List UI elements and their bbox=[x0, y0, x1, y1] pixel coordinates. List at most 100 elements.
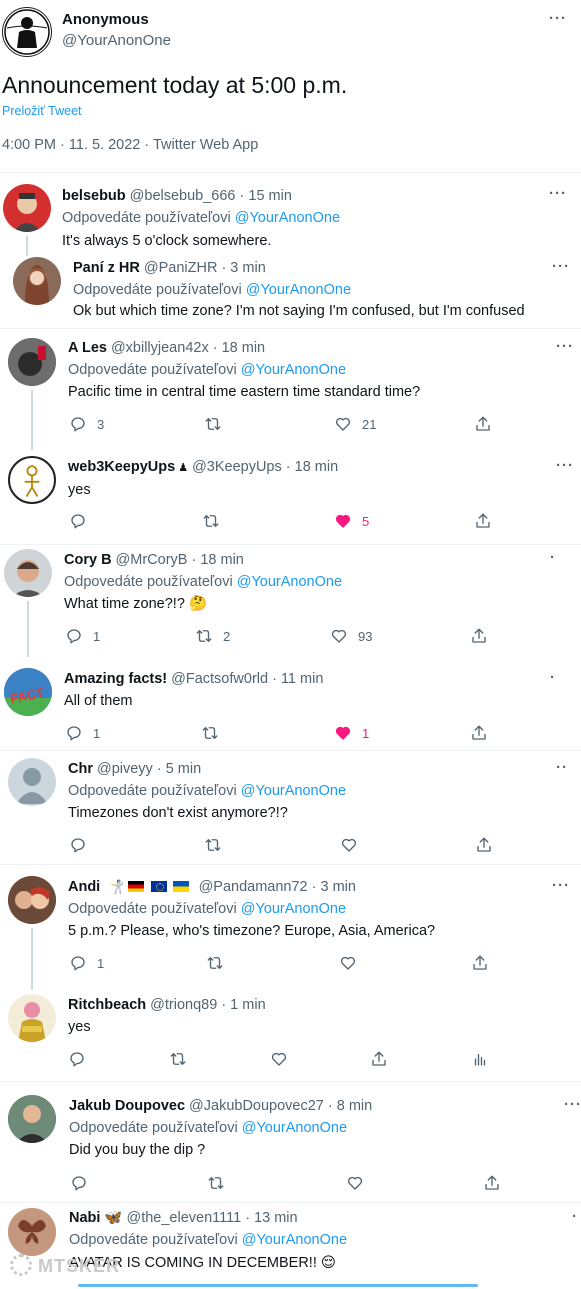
avatar[interactable] bbox=[8, 876, 56, 924]
avatar[interactable] bbox=[4, 549, 52, 597]
replying-target[interactable]: @YourAnonOne bbox=[241, 362, 346, 378]
like-button[interactable] bbox=[270, 1050, 288, 1068]
retweet-button[interactable]: 2 bbox=[195, 627, 230, 645]
retweet-button[interactable] bbox=[201, 724, 219, 742]
reply-header[interactable]: Nabi 🦋 @the_eleven1111 · 13 min bbox=[69, 1209, 298, 1227]
share-button[interactable] bbox=[470, 724, 488, 742]
more-icon[interactable]: · bbox=[550, 670, 556, 685]
share-button[interactable] bbox=[370, 1050, 388, 1068]
more-icon[interactable]: ··· bbox=[552, 878, 570, 893]
more-icon[interactable]: ··· bbox=[549, 11, 567, 26]
share-button[interactable] bbox=[483, 1174, 501, 1192]
like-button[interactable]: 5 bbox=[334, 512, 369, 530]
translate-link[interactable]: Preložiť Tweet bbox=[2, 104, 82, 118]
display-name[interactable]: Ritchbeach bbox=[68, 997, 146, 1013]
share-button[interactable] bbox=[474, 512, 492, 530]
reply-header[interactable]: Cory B @MrCoryB · 18 min bbox=[64, 551, 244, 569]
retweet-button[interactable] bbox=[169, 1050, 187, 1068]
handle-time[interactable]: @the_eleven1111 · 13 min bbox=[126, 1210, 297, 1226]
reply-button[interactable] bbox=[69, 836, 87, 854]
replying-target[interactable]: @YourAnonOne bbox=[241, 783, 346, 799]
avatar[interactable] bbox=[8, 1095, 56, 1143]
like-button[interactable]: 21 bbox=[334, 415, 376, 433]
display-name[interactable]: Amazing facts! bbox=[64, 671, 167, 687]
like-button[interactable] bbox=[339, 954, 357, 972]
reply-header[interactable]: Jakub Doupovec @JakubDoupovec27 · 8 min bbox=[69, 1097, 372, 1115]
reply-button[interactable]: 3 bbox=[69, 415, 104, 433]
retweet-button[interactable] bbox=[204, 415, 222, 433]
avatar[interactable]: FACT bbox=[4, 668, 52, 716]
more-icon[interactable]: ··· bbox=[564, 1097, 581, 1112]
handle-time[interactable]: @JakubDoupovec27 · 8 min bbox=[189, 1098, 372, 1114]
share-button[interactable] bbox=[471, 954, 489, 972]
share-button[interactable] bbox=[470, 627, 488, 645]
reply-button[interactable] bbox=[68, 1050, 86, 1068]
more-icon[interactable]: ··· bbox=[556, 458, 574, 473]
replying-target[interactable]: @YourAnonOne bbox=[241, 901, 346, 917]
display-name[interactable]: Cory B bbox=[64, 552, 112, 568]
author-name[interactable]: Anonymous bbox=[62, 11, 149, 28]
replying-target[interactable]: @YourAnonOne bbox=[242, 1120, 347, 1136]
retweet-button[interactable] bbox=[202, 512, 220, 530]
author-handle[interactable]: @YourAnonOne bbox=[62, 32, 171, 49]
more-icon[interactable]: ·· bbox=[556, 760, 568, 775]
reply-button[interactable]: 1 bbox=[65, 724, 100, 742]
display-name[interactable]: web3KeepyUps bbox=[68, 459, 175, 475]
analytics-button[interactable] bbox=[471, 1050, 489, 1068]
avatar[interactable] bbox=[8, 994, 56, 1042]
reply-header[interactable]: web3KeepyUps ♟ @3KeepyUps · 18 min bbox=[68, 458, 338, 477]
author-avatar[interactable] bbox=[2, 7, 52, 57]
replying-target[interactable]: @YourAnonOne bbox=[237, 574, 342, 590]
more-icon[interactable]: ··· bbox=[549, 186, 567, 201]
replying-target[interactable]: @YourAnonOne bbox=[242, 1232, 347, 1248]
avatar[interactable] bbox=[8, 338, 56, 386]
avatar[interactable] bbox=[8, 456, 56, 504]
reply-header[interactable]: belsebub @belsebub_666 · 15 min bbox=[62, 187, 292, 205]
retweet-button[interactable] bbox=[207, 1174, 225, 1192]
reply-header[interactable]: Amazing facts! @Factsofw0rld · 11 min bbox=[64, 670, 323, 688]
more-icon[interactable]: ··· bbox=[556, 339, 574, 354]
replying-target[interactable]: @YourAnonOne bbox=[235, 210, 340, 226]
reply-button[interactable]: 1 bbox=[65, 627, 100, 645]
share-button[interactable] bbox=[475, 836, 493, 854]
display-name[interactable]: Jakub Doupovec bbox=[69, 1098, 185, 1114]
display-name[interactable]: A Les bbox=[68, 340, 107, 356]
display-name[interactable]: belsebub bbox=[62, 188, 126, 204]
reply-button[interactable] bbox=[69, 512, 87, 530]
like-button[interactable]: 93 bbox=[330, 627, 372, 645]
retweet-button[interactable] bbox=[206, 954, 224, 972]
more-icon[interactable]: ··· bbox=[552, 259, 570, 274]
handle-time[interactable]: @Pandamann72 · 3 min bbox=[199, 879, 356, 895]
replying-target[interactable]: @YourAnonOne bbox=[246, 282, 351, 298]
avatar[interactable] bbox=[3, 184, 51, 232]
handle-time[interactable]: @PaniZHR · 3 min bbox=[144, 260, 266, 276]
share-button[interactable] bbox=[474, 415, 492, 433]
like-button[interactable]: 1 bbox=[334, 724, 369, 742]
handle-time[interactable]: @belsebub_666 · 15 min bbox=[130, 188, 292, 204]
display-name[interactable]: Paní z HR bbox=[73, 260, 140, 276]
handle-time[interactable]: @trionq89 · 1 min bbox=[150, 997, 265, 1013]
reply-header[interactable]: A Les @xbillyjean42x · 18 min bbox=[68, 339, 265, 357]
handle-time[interactable]: @xbillyjean42x · 18 min bbox=[111, 340, 265, 356]
handle-time[interactable]: @Factsofw0rld · 11 min bbox=[171, 671, 323, 687]
avatar[interactable] bbox=[8, 1208, 56, 1256]
reply-button[interactable]: 1 bbox=[69, 954, 104, 972]
retweet-button[interactable] bbox=[204, 836, 222, 854]
tweet-timestamp[interactable]: 4:00 PM · 11. 5. 2022 · Twitter Web App bbox=[2, 137, 258, 153]
more-icon[interactable]: · bbox=[572, 1209, 578, 1224]
reply-button[interactable] bbox=[70, 1174, 88, 1192]
reply-header[interactable]: Andi 🤺 @Pandamann72 · 3 min bbox=[68, 878, 356, 896]
handle-time[interactable]: @MrCoryB · 18 min bbox=[116, 552, 244, 568]
avatar[interactable] bbox=[8, 758, 56, 806]
avatar[interactable] bbox=[13, 257, 61, 305]
reply-header[interactable]: Ritchbeach @trionq89 · 1 min bbox=[68, 996, 266, 1014]
handle-time[interactable]: @3KeepyUps · 18 min bbox=[192, 459, 338, 475]
display-name[interactable]: Chr bbox=[68, 761, 93, 777]
like-button[interactable] bbox=[340, 836, 358, 854]
reply-header[interactable]: Chr @piveyy · 5 min bbox=[68, 760, 201, 778]
display-name[interactable]: Nabi bbox=[69, 1210, 100, 1226]
more-icon[interactable]: · bbox=[550, 550, 556, 565]
like-button[interactable] bbox=[346, 1174, 364, 1192]
reply-header[interactable]: Paní z HR @PaniZHR · 3 min bbox=[73, 259, 266, 277]
handle-time[interactable]: @piveyy · 5 min bbox=[97, 761, 201, 777]
